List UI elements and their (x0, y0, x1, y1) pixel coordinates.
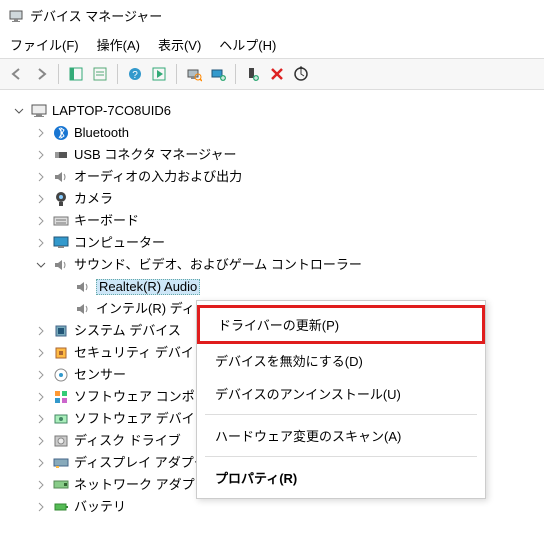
menu-action[interactable]: 操作(A) (97, 35, 140, 54)
tree-realtek-audio[interactable]: Realtek(R) Audio (56, 276, 540, 298)
menubar: ファイル(F) 操作(A) 表示(V) ヘルプ(H) (0, 31, 544, 58)
chevron-right-icon[interactable] (34, 214, 48, 228)
enable-device-button[interactable] (242, 63, 264, 85)
action-button[interactable] (148, 63, 170, 85)
menu-properties[interactable]: プロパティ(R) (197, 461, 485, 494)
chevron-right-icon[interactable] (34, 500, 48, 514)
scan-hardware-button[interactable] (183, 63, 205, 85)
svg-text:?: ? (132, 70, 138, 81)
menu-file[interactable]: ファイル(F) (10, 35, 79, 54)
chevron-right-icon[interactable] (34, 456, 48, 470)
tree-audio-io[interactable]: オーディオの入力および出力 (34, 166, 540, 188)
tree-root-label: LAPTOP-7CO8UID6 (52, 104, 171, 118)
sensor-icon (52, 366, 70, 384)
selected-device-label: Realtek(R) Audio (96, 279, 200, 295)
keyboard-icon (52, 212, 70, 230)
menu-update-driver[interactable]: ドライバーの更新(P) (197, 305, 485, 344)
menu-disable-device[interactable]: デバイスを無効にする(D) (197, 344, 485, 377)
chevron-right-icon[interactable] (34, 126, 48, 140)
tree-battery[interactable]: バッテリ (34, 496, 540, 518)
camera-icon (52, 190, 70, 208)
battery-icon (52, 498, 70, 516)
update-driver-button[interactable] (290, 63, 312, 85)
chevron-right-icon[interactable] (34, 434, 48, 448)
menu-help[interactable]: ヘルプ(H) (219, 35, 276, 54)
chevron-right-icon[interactable] (34, 368, 48, 382)
menu-uninstall-device[interactable]: デバイスのアンインストール(U) (197, 377, 485, 410)
devmgr-icon (8, 8, 24, 24)
chevron-right-icon[interactable] (34, 324, 48, 338)
tree-sound-video-game[interactable]: サウンド、ビデオ、およびゲーム コントローラー (34, 254, 540, 276)
chevron-down-icon[interactable] (34, 258, 48, 272)
speaker-icon (52, 256, 70, 274)
software-device-icon (52, 410, 70, 428)
chip-icon (52, 322, 70, 340)
usb-icon (52, 146, 70, 164)
bluetooth-icon (52, 124, 70, 142)
display-adapter-icon (52, 454, 70, 472)
show-hide-console-tree-button[interactable] (65, 63, 87, 85)
tree-bluetooth[interactable]: Bluetooth (34, 122, 540, 144)
tree-camera[interactable]: カメラ (34, 188, 540, 210)
chevron-right-icon[interactable] (34, 346, 48, 360)
tree-keyboard[interactable]: キーボード (34, 210, 540, 232)
help-button[interactable]: ? (124, 63, 146, 85)
speaker-icon (74, 300, 92, 318)
back-button[interactable] (6, 63, 28, 85)
speaker-icon (52, 168, 70, 186)
chevron-right-icon[interactable] (34, 478, 48, 492)
forward-button[interactable] (30, 63, 52, 85)
monitor-icon (52, 234, 70, 252)
properties-button[interactable] (89, 63, 111, 85)
security-icon (52, 344, 70, 362)
add-legacy-hardware-button[interactable] (207, 63, 229, 85)
menu-scan-hardware[interactable]: ハードウェア変更のスキャン(A) (197, 419, 485, 452)
computer-icon (30, 102, 48, 120)
tree-root[interactable]: LAPTOP-7CO8UID6 (12, 100, 540, 122)
chevron-right-icon[interactable] (34, 170, 48, 184)
component-icon (52, 388, 70, 406)
chevron-right-icon[interactable] (34, 192, 48, 206)
chevron-right-icon[interactable] (34, 148, 48, 162)
toolbar: ? (0, 58, 544, 90)
menu-separator (205, 414, 477, 415)
menu-view[interactable]: 表示(V) (158, 35, 201, 54)
uninstall-device-button[interactable] (266, 63, 288, 85)
chevron-right-icon[interactable] (34, 412, 48, 426)
network-adapter-icon (52, 476, 70, 494)
speaker-icon (74, 278, 92, 296)
disk-icon (52, 432, 70, 450)
menu-separator (205, 456, 477, 457)
window-title: デバイス マネージャー (30, 6, 162, 25)
tree-usb[interactable]: USB コネクタ マネージャー (34, 144, 540, 166)
chevron-down-icon[interactable] (12, 104, 26, 118)
context-menu: ドライバーの更新(P) デバイスを無効にする(D) デバイスのアンインストール(… (196, 300, 486, 499)
tree-computer[interactable]: コンピューター (34, 232, 540, 254)
chevron-right-icon[interactable] (34, 390, 48, 404)
chevron-right-icon[interactable] (34, 236, 48, 250)
